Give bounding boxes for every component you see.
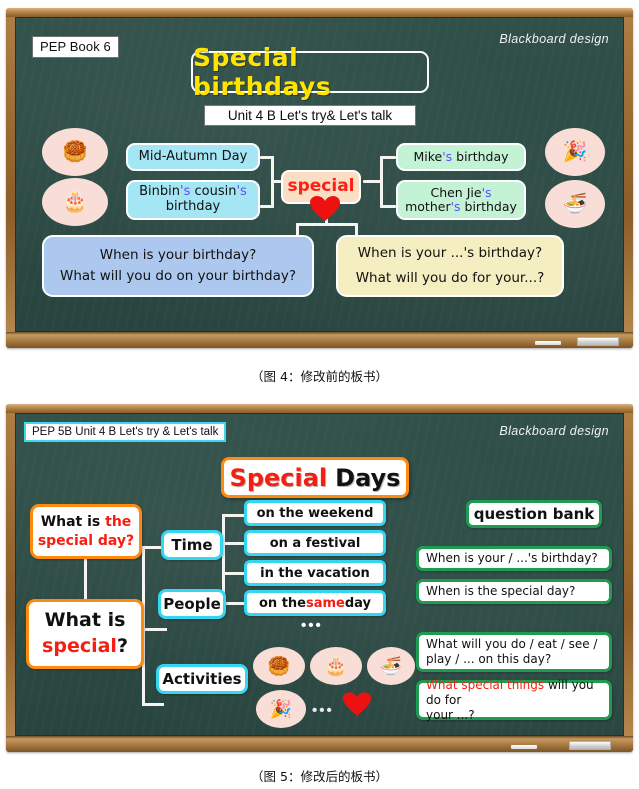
prompt-main-line2: special?: [42, 635, 128, 657]
prompt-top-box: What is the special day?: [30, 504, 142, 559]
book-label-2: PEP 5B Unit 4 B Let's try & Let's talk: [24, 422, 227, 442]
noodle-bowl-icon: 🍜: [367, 647, 415, 685]
node-left-2-line1: Binbin's cousin's: [139, 184, 247, 200]
connector-line: [84, 556, 87, 601]
branch-activities: Activities: [156, 664, 248, 694]
time-ellipsis: •••: [301, 617, 323, 634]
mooncakes-icon: 🥮: [42, 128, 108, 176]
bottom-right-line2: What will you do for your...?: [355, 269, 545, 286]
chalk-icon: [535, 341, 561, 345]
caption-figure-1: （图 4：修改前的板书）: [251, 369, 388, 384]
question-bank-title: question bank: [466, 500, 602, 528]
board-subtitle-1: Unit 4 B Let's try& Let's talk: [204, 105, 416, 126]
blackboard-figure-2: PEP 5B Unit 4 B Let's try & Let's talk B…: [6, 404, 633, 752]
page-root: PEP Book 6 Blackboard design Special bir…: [0, 0, 639, 789]
time-item-4-highlight: same: [305, 595, 345, 611]
heart-icon: [343, 692, 371, 716]
question-item-3: What will you do / eat / see / play / ..…: [416, 632, 612, 672]
party-kids-icon: 🎉: [256, 690, 306, 728]
bottom-left-line1: When is your birthday?: [99, 246, 257, 263]
party-kids-icon: 🎉: [545, 128, 605, 176]
time-item-1: on the weekend: [244, 500, 386, 526]
mooncakes-icon: 🥮: [253, 647, 305, 685]
connector-line: [142, 703, 164, 706]
design-note-1: Blackboard design: [499, 32, 609, 46]
time-item-4-pre: on the: [258, 595, 306, 611]
branch-people: People: [158, 589, 226, 619]
connector-line: [380, 205, 396, 208]
time-item-4-post: day: [344, 595, 372, 611]
board-frame-2: PEP 5B Unit 4 B Let's try & Let's talk B…: [6, 404, 633, 752]
chalk-icon: [511, 745, 537, 749]
connector-line: [222, 514, 244, 517]
bottom-left-questions: When is your birthday? What will you do …: [42, 235, 314, 297]
node-right-2-line2: mother's birthday: [405, 199, 517, 214]
question-item-1: When is your / ...'s birthday?: [416, 546, 612, 571]
design-note-2: Blackboard design: [499, 424, 609, 438]
node-left-1: Mid-Autumn Day: [126, 143, 260, 171]
chalkboard-surface-1: PEP Book 6 Blackboard design Special bir…: [15, 17, 624, 332]
node-right-1: Mike's birthday: [396, 143, 526, 171]
prompt-main-box: What is special?: [26, 599, 144, 669]
heart-icon: [310, 196, 340, 221]
node-left-2: Binbin's cousin's birthday: [126, 180, 260, 220]
prompt-top-line1: What is the: [40, 514, 132, 531]
question-item-4-red: What special things: [426, 677, 545, 692]
bottom-left-line2: What will you do on your birthday?: [59, 267, 297, 284]
noodle-bowl-icon: 🍜: [545, 180, 605, 228]
question-item-2: When is the special day?: [416, 579, 612, 604]
connector-line: [222, 572, 244, 575]
node-left-2-line2: birthday: [165, 199, 221, 214]
connector-line: [222, 542, 244, 545]
caption-figure-2: （图 5：修改后的板书）: [251, 769, 388, 784]
time-item-4: on the same day: [244, 590, 386, 616]
connector-line: [296, 223, 358, 226]
bottom-right-questions: When is your ...'s birthday? What will y…: [336, 235, 564, 297]
board-title-2: Special Days: [221, 457, 409, 498]
birthday-cake-icon: 🎂: [42, 178, 108, 226]
activities-ellipsis: •••: [312, 702, 334, 719]
chalkboard-surface-2: PEP 5B Unit 4 B Let's try & Let's talk B…: [15, 413, 624, 736]
node-right-2: Chen Jie's mother's birthday: [396, 180, 526, 220]
prompt-top-line2: special day?: [37, 532, 135, 549]
node-right-1-text: Mike's birthday: [413, 148, 509, 164]
eraser-icon: [577, 337, 619, 346]
board-frame-1: PEP Book 6 Blackboard design Special bir…: [6, 8, 633, 348]
branch-time: Time: [161, 530, 223, 560]
time-item-2: on a festival: [244, 530, 386, 556]
eraser-icon: [569, 741, 611, 750]
birthday-cake-icon: 🎂: [310, 647, 362, 685]
node-right-2-line1: Chen Jie's: [430, 184, 492, 200]
prompt-main-line1: What is: [44, 609, 126, 632]
board-title-1: Special birthdays: [191, 43, 429, 101]
question-item-4: What special things will you do for your…: [416, 678, 612, 723]
connector-line: [363, 180, 383, 183]
title-2-black: Days: [335, 463, 401, 492]
time-item-3: in the vacation: [244, 560, 386, 586]
connector-line: [260, 205, 274, 208]
blackboard-figure-1: PEP Book 6 Blackboard design Special bir…: [6, 8, 633, 348]
bottom-right-line1: When is your ...'s birthday?: [357, 244, 543, 261]
question-item-4-inner: What special things will you do for your…: [426, 678, 602, 723]
book-label-1: PEP Book 6: [32, 36, 119, 58]
title-2-red: Special: [229, 463, 328, 492]
